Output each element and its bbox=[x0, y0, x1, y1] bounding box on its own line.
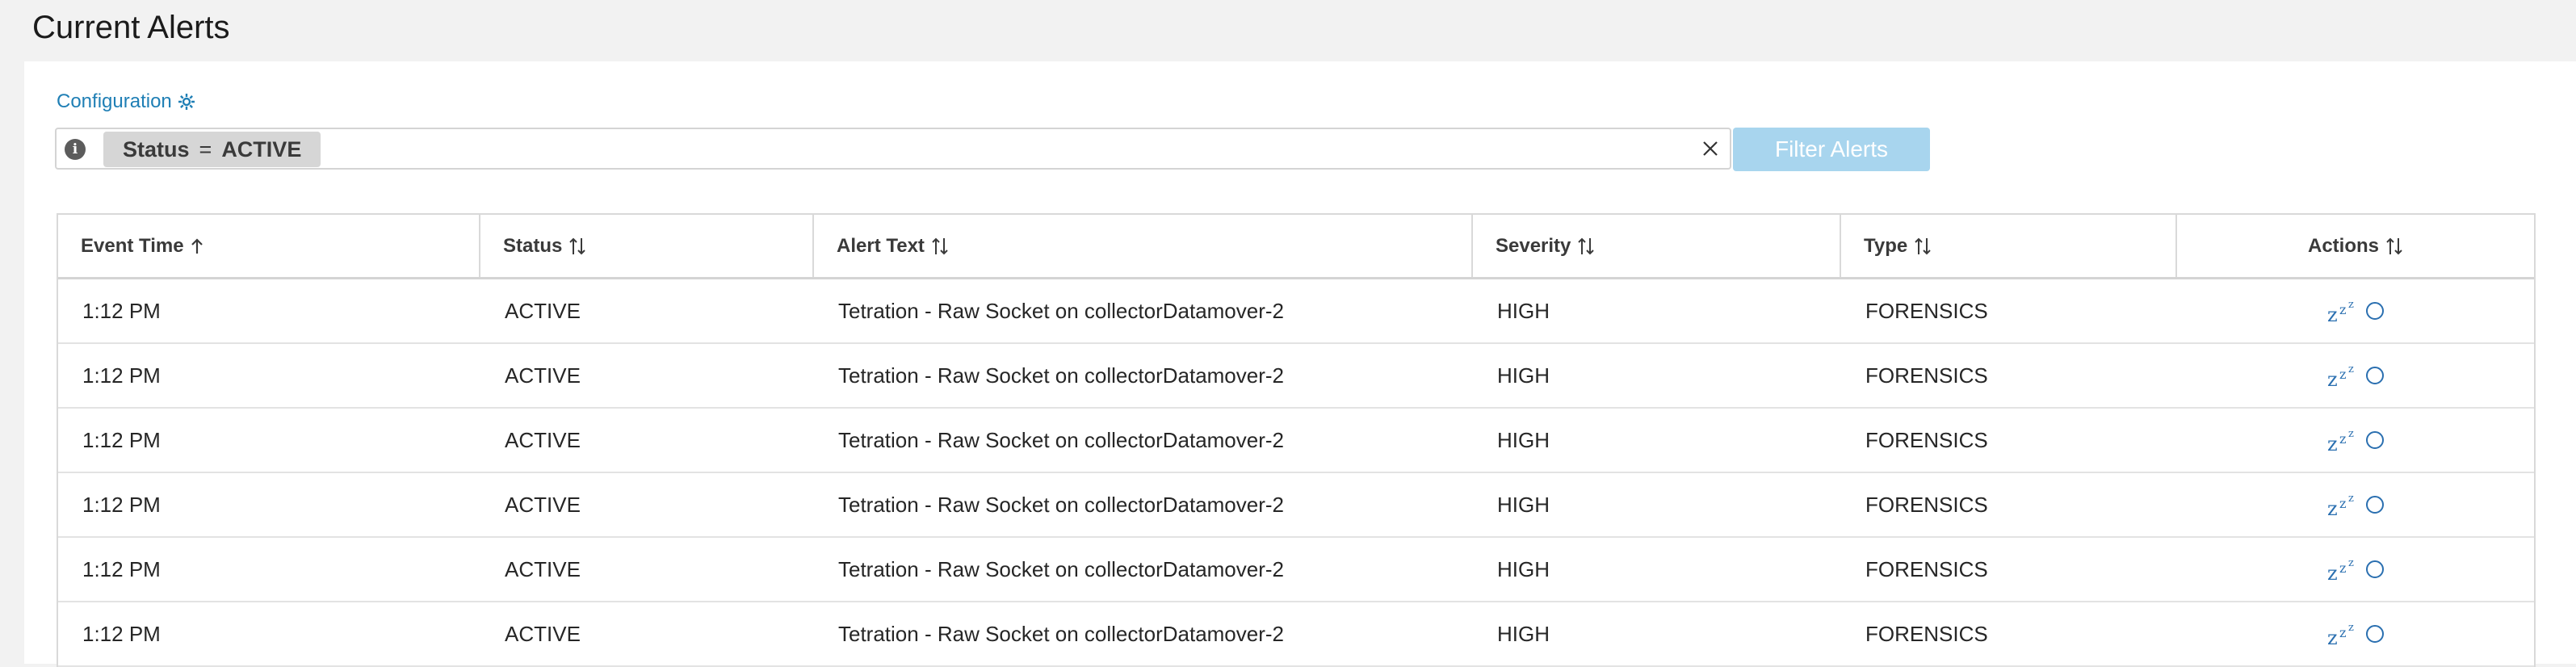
cell-type: FORENSICS bbox=[1865, 621, 1988, 646]
cell-type: FORENSICS bbox=[1865, 427, 1988, 452]
table-row[interactable]: 1:12 PM ACTIVE Tetration - Raw Socket on… bbox=[58, 279, 2534, 344]
configuration-label: Configuration bbox=[57, 90, 172, 112]
cell-actions: zzz bbox=[2177, 409, 2534, 472]
cell-alert-text: Tetration - Raw Socket on collectorDatam… bbox=[838, 427, 1285, 452]
cell-severity: HIGH bbox=[1497, 427, 1550, 452]
column-header-event-time[interactable]: Event Time bbox=[58, 215, 480, 277]
cell-severity: HIGH bbox=[1497, 621, 1550, 646]
close-alert-icon[interactable] bbox=[2366, 431, 2384, 449]
column-header-label: Actions bbox=[2307, 234, 2379, 257]
cell-actions: zzz bbox=[2177, 279, 2534, 342]
close-alert-icon[interactable] bbox=[2366, 302, 2384, 320]
cell-alert-text: Tetration - Raw Socket on collectorDatam… bbox=[838, 621, 1285, 646]
close-alert-icon[interactable] bbox=[2366, 625, 2384, 643]
cell-event-time: 1:12 PM bbox=[82, 427, 161, 452]
close-alert-icon[interactable] bbox=[2366, 496, 2384, 514]
table-row[interactable]: 1:12 PM ACTIVE Tetration - Raw Socket on… bbox=[58, 409, 2534, 473]
column-header-alert-text[interactable]: Alert Text bbox=[814, 215, 1473, 277]
table-row[interactable]: 1:12 PM ACTIVE Tetration - Raw Socket on… bbox=[58, 344, 2534, 409]
cell-event-time: 1:12 PM bbox=[82, 298, 161, 323]
column-header-actions[interactable]: Actions bbox=[2177, 215, 2534, 277]
snooze-icon[interactable]: zzz bbox=[2327, 622, 2360, 648]
column-header-type[interactable]: Type bbox=[1841, 215, 2177, 277]
sort-icon bbox=[569, 237, 586, 254]
table-row[interactable]: 1:12 PM ACTIVE Tetration - Raw Socket on… bbox=[58, 602, 2534, 667]
cell-severity: HIGH bbox=[1497, 492, 1550, 517]
cell-actions: zzz bbox=[2177, 538, 2534, 601]
alerts-table: Event Time Status Alert Text Severity Ty… bbox=[57, 213, 2536, 667]
filter-chip-value: ACTIVE bbox=[221, 137, 302, 162]
snooze-icon[interactable]: zzz bbox=[2327, 428, 2360, 454]
sort-icon bbox=[932, 237, 948, 254]
cell-actions: zzz bbox=[2177, 602, 2534, 665]
cell-event-time: 1:12 PM bbox=[82, 492, 161, 517]
cell-type: FORENSICS bbox=[1865, 298, 1988, 323]
cell-status: ACTIVE bbox=[505, 492, 581, 517]
cell-alert-text: Tetration - Raw Socket on collectorDatam… bbox=[838, 492, 1285, 517]
cell-status: ACTIVE bbox=[505, 427, 581, 452]
close-alert-icon[interactable] bbox=[2366, 367, 2384, 384]
sort-icon bbox=[2386, 237, 2402, 254]
cell-alert-text: Tetration - Raw Socket on collectorDatam… bbox=[838, 363, 1285, 388]
filter-input[interactable]: i Status = ACTIVE bbox=[55, 128, 1731, 170]
cell-type: FORENSICS bbox=[1865, 556, 1988, 581]
snooze-icon[interactable]: zzz bbox=[2327, 363, 2360, 389]
column-header-label: Alert Text bbox=[837, 234, 925, 257]
cell-actions: zzz bbox=[2177, 344, 2534, 407]
cell-severity: HIGH bbox=[1497, 298, 1550, 323]
column-header-label: Status bbox=[503, 234, 563, 257]
configuration-link[interactable]: Configuration bbox=[57, 89, 196, 115]
column-header-label: Severity bbox=[1496, 234, 1571, 257]
column-header-label: Event Time bbox=[81, 234, 184, 257]
cell-actions: zzz bbox=[2177, 473, 2534, 536]
info-icon[interactable]: i bbox=[65, 139, 86, 160]
cell-type: FORENSICS bbox=[1865, 363, 1988, 388]
sort-icon bbox=[1578, 237, 1595, 254]
column-header-status[interactable]: Status bbox=[480, 215, 814, 277]
page-title: Current Alerts bbox=[32, 10, 230, 45]
snooze-icon[interactable]: zzz bbox=[2327, 493, 2360, 518]
column-header-severity[interactable]: Severity bbox=[1473, 215, 1841, 277]
snooze-icon[interactable]: zzz bbox=[2327, 299, 2360, 325]
table-header: Event Time Status Alert Text Severity Ty… bbox=[58, 215, 2534, 279]
alerts-panel: Configuration i Status = ACTIVE Filter Ale… bbox=[24, 61, 2576, 667]
cell-event-time: 1:12 PM bbox=[82, 556, 161, 581]
table-row[interactable]: 1:12 PM ACTIVE Tetration - Raw Socket on… bbox=[58, 473, 2534, 538]
snooze-icon[interactable]: zzz bbox=[2327, 557, 2360, 583]
cell-severity: HIGH bbox=[1497, 363, 1550, 388]
cell-severity: HIGH bbox=[1497, 556, 1550, 581]
cell-alert-text: Tetration - Raw Socket on collectorDatam… bbox=[838, 298, 1285, 323]
column-header-label: Type bbox=[1864, 234, 1908, 257]
cell-alert-text: Tetration - Raw Socket on collectorDatam… bbox=[838, 556, 1285, 581]
close-icon[interactable] bbox=[1699, 137, 1722, 160]
close-alert-icon[interactable] bbox=[2366, 560, 2384, 578]
cell-status: ACTIVE bbox=[505, 363, 581, 388]
filter-chip-status[interactable]: Status = ACTIVE bbox=[103, 132, 321, 167]
cell-status: ACTIVE bbox=[505, 298, 581, 323]
sort-icon bbox=[1915, 237, 1931, 254]
gear-icon bbox=[177, 92, 196, 111]
filter-alerts-button[interactable]: Filter Alerts bbox=[1733, 128, 1930, 171]
cell-status: ACTIVE bbox=[505, 621, 581, 646]
sort-ascending-icon bbox=[191, 237, 203, 254]
cell-event-time: 1:12 PM bbox=[82, 363, 161, 388]
cell-type: FORENSICS bbox=[1865, 492, 1988, 517]
cell-event-time: 1:12 PM bbox=[82, 621, 161, 646]
filter-chip-field: Status bbox=[123, 137, 190, 162]
filter-chip-operator: = bbox=[199, 137, 212, 162]
table-row[interactable]: 1:12 PM ACTIVE Tetration - Raw Socket on… bbox=[58, 538, 2534, 602]
cell-status: ACTIVE bbox=[505, 556, 581, 581]
